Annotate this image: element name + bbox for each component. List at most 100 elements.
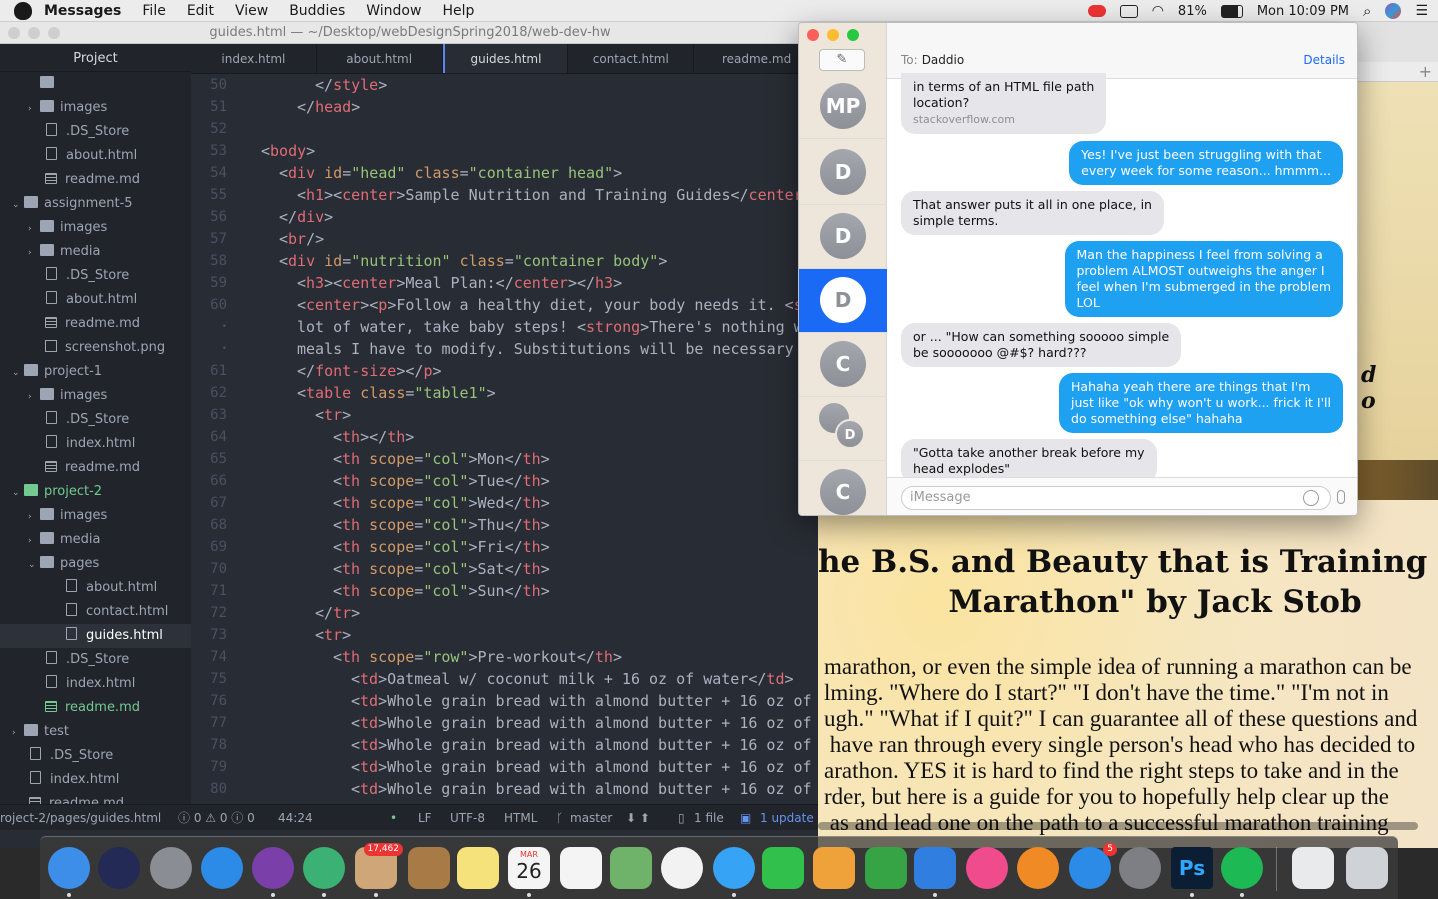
conversation-item[interactable]: D	[799, 397, 887, 461]
siri-menu-icon[interactable]	[1385, 3, 1402, 19]
editor-tab[interactable]: guides.html	[442, 44, 569, 73]
tree-item[interactable]: .DS_Store	[0, 120, 191, 144]
notification-center-icon[interactable]: ☰	[1415, 3, 1428, 19]
status-line-ending[interactable]: LF	[418, 805, 432, 831]
conversation-item[interactable]: MP	[799, 75, 887, 139]
tree-item[interactable]: readme.md	[0, 312, 191, 336]
disclosure-arrow-icon[interactable]: ›	[28, 217, 40, 241]
new-tab-icon[interactable]: +	[1419, 62, 1432, 81]
close-button[interactable]	[8, 27, 20, 39]
disclosure-arrow-icon[interactable]: ⌄	[12, 361, 24, 385]
tree-item[interactable]: .DS_Store	[0, 264, 191, 288]
code-editor[interactable]: 50 </style> 51 </head> 52 53 <body> 54 <div id="…	[191, 74, 820, 804]
battery-icon[interactable]	[1220, 4, 1243, 18]
tree-item[interactable]: index.html	[0, 768, 191, 792]
tree-item[interactable]: about.html	[0, 288, 191, 312]
status-encoding[interactable]: UTF-8	[450, 805, 485, 831]
tree-item[interactable]: › images	[0, 384, 191, 408]
notes-icon[interactable]	[457, 847, 499, 889]
spotlight-icon[interactable]: ⌕	[1363, 2, 1371, 20]
tree-item[interactable]: › media	[0, 528, 191, 552]
tree-item[interactable]: ⌄ assignment-5	[0, 192, 191, 216]
tree-item[interactable]: index.html	[0, 432, 191, 456]
airplay-icon[interactable]	[1119, 4, 1138, 18]
status-cursor-position[interactable]: 44:24	[278, 805, 313, 831]
git-fetch-icon[interactable]: ⬇ ⬆	[626, 805, 650, 831]
sent-message[interactable]: Hahaha yeah there are things that I'm ju…	[1059, 373, 1343, 433]
to-field[interactable]: To: Daddio	[901, 53, 964, 67]
disclosure-arrow-icon[interactable]: ⌄	[12, 481, 24, 505]
tree-item[interactable]: index.html	[0, 672, 191, 696]
status-file-path[interactable]: roject-2/pages/guides.html	[0, 805, 161, 831]
photos-icon[interactable]	[661, 847, 703, 889]
close-button[interactable]	[807, 29, 819, 41]
emoji-icon[interactable]	[1303, 490, 1319, 506]
disclosure-arrow-icon[interactable]: ›	[12, 721, 24, 745]
status-grammar[interactable]: HTML	[504, 805, 537, 831]
tree-item[interactable]: readme.md	[0, 168, 191, 192]
editor-tab[interactable]: about.html	[317, 44, 443, 73]
clock[interactable]: Mon 10:09 PM	[1257, 4, 1349, 19]
disclosure-arrow-icon[interactable]: ›	[28, 97, 40, 121]
ibooks-icon[interactable]	[1017, 847, 1059, 889]
sent-message[interactable]: Man the happiness I feel from solving a …	[1064, 241, 1343, 317]
itunes-icon[interactable]	[966, 847, 1008, 889]
tree-item[interactable]: readme.md	[0, 456, 191, 480]
microphone-icon[interactable]	[1337, 490, 1345, 504]
tree-item[interactable]: .DS_Store	[0, 408, 191, 432]
menu-buddies[interactable]: Buddies	[289, 3, 345, 19]
mail-stamp-icon[interactable]: 17,462	[355, 843, 403, 897]
contacts-icon[interactable]	[408, 847, 450, 889]
project-tree-header[interactable]: Project	[0, 44, 191, 72]
minimize-button[interactable]	[827, 29, 839, 41]
disclosure-arrow-icon[interactable]: ›	[28, 385, 40, 409]
trash-icon[interactable]	[1346, 847, 1388, 889]
wifi-icon[interactable]: ◠	[1152, 3, 1164, 19]
zoom-button[interactable]	[48, 27, 60, 39]
safari-icon[interactable]	[201, 847, 243, 889]
finder-icon[interactable]	[48, 847, 90, 897]
tree-item[interactable]: › images	[0, 96, 191, 120]
disclosure-arrow-icon[interactable]: ⌄	[28, 553, 40, 577]
status-git-branch[interactable]: master	[570, 805, 612, 831]
calendar-icon[interactable]: MAR 26	[508, 847, 550, 897]
pages-icon[interactable]	[813, 847, 855, 889]
app-store-icon[interactable]: 5	[1069, 843, 1117, 889]
tree-item[interactable]: readme.md	[0, 696, 191, 720]
disclosure-arrow-icon[interactable]: ›	[28, 529, 40, 553]
imessage-input[interactable]: iMessage	[901, 486, 1331, 510]
tree-item[interactable]: about.html	[0, 144, 191, 168]
menu-file[interactable]: File	[142, 3, 165, 19]
atom-icon[interactable]	[303, 847, 345, 897]
github-desktop-icon[interactable]	[252, 847, 294, 897]
disclosure-arrow-icon[interactable]: ⌄	[12, 193, 24, 217]
compose-button[interactable]: ✎	[819, 49, 865, 71]
tree-item[interactable]: › images	[0, 504, 191, 528]
conversation-item[interactable]: C	[799, 461, 887, 515]
downloads-stack-icon[interactable]	[1292, 847, 1334, 889]
system-preferences-icon[interactable]	[1119, 847, 1161, 889]
tree-item[interactable]: guides.html	[0, 624, 191, 648]
conversation-item[interactable]: D	[799, 269, 887, 333]
horizontal-scrollbar[interactable]	[818, 822, 1418, 830]
siri-icon[interactable]	[98, 847, 140, 889]
keynote-icon[interactable]	[914, 847, 956, 897]
details-button[interactable]: Details	[1303, 53, 1345, 67]
tree-item[interactable]: › images	[0, 216, 191, 240]
received-message[interactable]: That answer puts it all in one place, in…	[901, 191, 1164, 235]
received-message[interactable]: or ... "How can something sooooo simple …	[901, 323, 1182, 367]
tree-item[interactable]: .DS_Store	[0, 648, 191, 672]
tree-item[interactable]: about.html	[0, 576, 191, 600]
menu-help[interactable]: Help	[442, 3, 474, 19]
conversation-item[interactable]: D	[799, 205, 887, 269]
sent-message[interactable]: Yes! I've just been struggling with that…	[1069, 141, 1343, 185]
apple-menu-icon[interactable]	[14, 1, 32, 20]
disclosure-arrow-icon[interactable]: ›	[28, 241, 40, 265]
menu-window[interactable]: Window	[366, 3, 421, 19]
status-changed-files[interactable]: 1 file	[694, 805, 724, 831]
conversation-item[interactable]: C	[799, 333, 887, 397]
disclosure-arrow-icon[interactable]: ›	[28, 505, 40, 529]
reminders-icon[interactable]	[560, 847, 602, 889]
tree-item[interactable]: ⌄ project-2	[0, 480, 191, 504]
tree-item[interactable]: › media	[0, 240, 191, 264]
